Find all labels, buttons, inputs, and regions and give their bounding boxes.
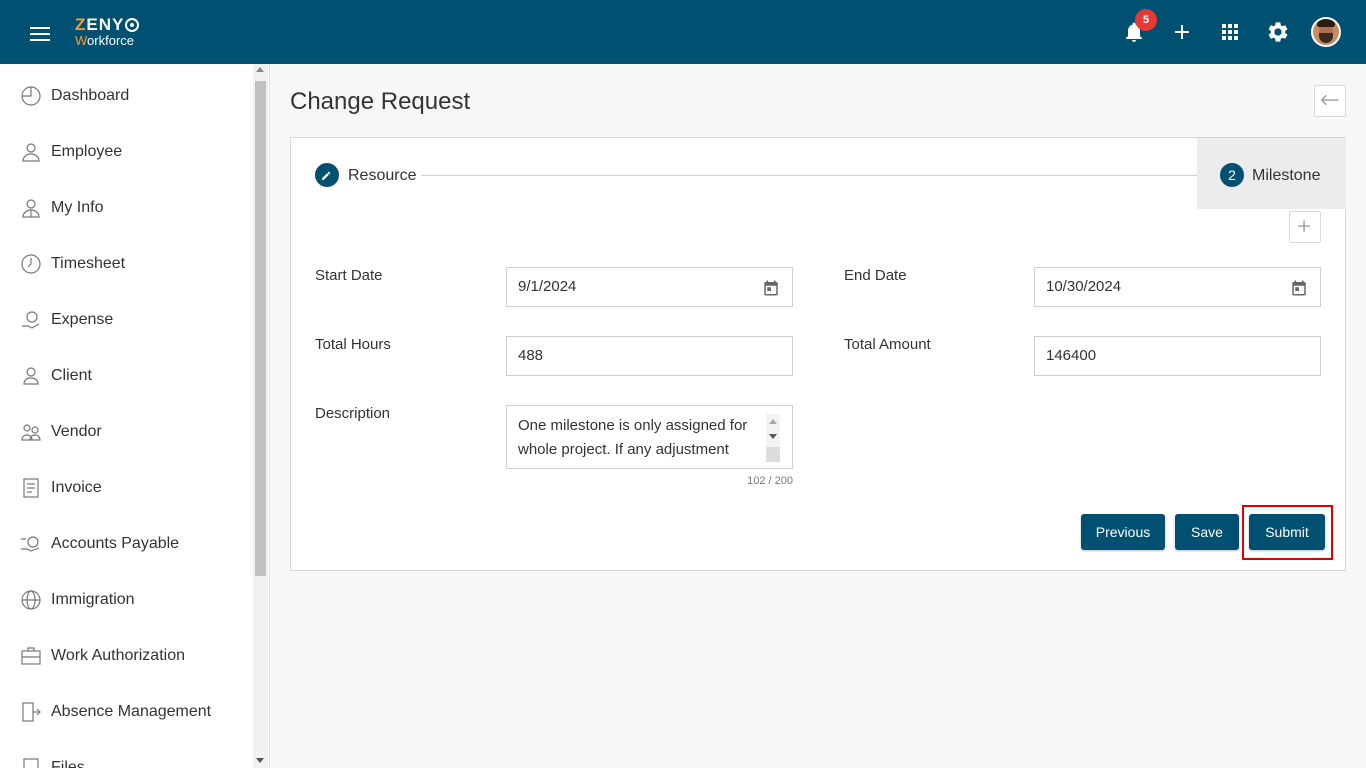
page-title: Change Request bbox=[290, 88, 471, 115]
sidebar-item-label: Timesheet bbox=[51, 255, 126, 272]
briefcase-icon bbox=[21, 647, 41, 665]
scroll-up-arrow-icon[interactable] bbox=[256, 67, 264, 72]
apps-grid-icon[interactable] bbox=[1218, 20, 1242, 44]
total-amount-label: Total Amount bbox=[844, 336, 931, 353]
sidebar-item-immigration[interactable]: Immigration bbox=[0, 572, 252, 628]
plus-icon[interactable] bbox=[1170, 20, 1194, 44]
submit-highlight-box bbox=[1242, 505, 1333, 560]
logo-text: ENY bbox=[86, 15, 125, 34]
sidebar-item-dashboard[interactable]: Dashboard bbox=[0, 68, 252, 124]
step-milestone-circle[interactable]: 2 bbox=[1220, 163, 1244, 187]
logo-z: Z bbox=[75, 15, 87, 34]
logo-ring-icon bbox=[125, 17, 140, 32]
my-info-icon bbox=[22, 199, 40, 218]
globe-icon bbox=[21, 590, 41, 610]
back-button[interactable] bbox=[1314, 85, 1346, 117]
sidebar-item-files[interactable]: Files bbox=[0, 740, 252, 768]
sidebar-item-label: Dashboard bbox=[51, 87, 130, 104]
sidebar-item-label: Vendor bbox=[51, 423, 102, 440]
sidebar-item-label: Immigration bbox=[51, 591, 135, 608]
resize-handle-icon[interactable] bbox=[766, 447, 780, 462]
textarea-scrollbar[interactable] bbox=[766, 414, 780, 462]
previous-button[interactable]: Previous bbox=[1081, 514, 1165, 550]
textarea-scroll-up-icon[interactable] bbox=[769, 419, 777, 424]
total-amount-input[interactable]: 146400 bbox=[1034, 336, 1321, 376]
sidebar-item-employee[interactable]: Employee bbox=[0, 124, 252, 180]
total-hours-input[interactable]: 488 bbox=[506, 336, 793, 376]
end-date-value: 10/30/2024 bbox=[1046, 278, 1122, 295]
avatar[interactable] bbox=[1311, 17, 1341, 47]
menu-icon[interactable] bbox=[30, 27, 50, 41]
sidebar-item-vendor[interactable]: Vendor bbox=[0, 404, 252, 460]
sidebar-item-label: My Info bbox=[51, 199, 104, 216]
arrow-left-icon bbox=[1321, 94, 1339, 106]
stepper-connector bbox=[421, 175, 1197, 176]
sidebar-item-label: Absence Management bbox=[51, 703, 212, 720]
notification-badge: 5 bbox=[1135, 9, 1157, 31]
step-resource-circle[interactable] bbox=[315, 163, 339, 187]
invoice-icon bbox=[23, 478, 39, 498]
calendar-icon[interactable] bbox=[762, 279, 780, 297]
description-textarea[interactable]: One milestone is only assigned for whole… bbox=[506, 405, 793, 469]
start-date-input[interactable]: 9/1/2024 bbox=[506, 267, 793, 307]
logo[interactable]: Z ENY Workforce bbox=[75, 15, 140, 48]
sidebar-item-invoice[interactable]: Invoice bbox=[0, 460, 252, 516]
scroll-thumb[interactable] bbox=[255, 81, 266, 576]
employee-icon bbox=[22, 143, 40, 162]
total-amount-value: 146400 bbox=[1046, 347, 1097, 364]
sidebar-item-label: Expense bbox=[51, 311, 114, 328]
end-date-label: End Date bbox=[844, 267, 907, 284]
sidebar-item-label: Invoice bbox=[51, 479, 102, 496]
start-date-value: 9/1/2024 bbox=[518, 278, 577, 295]
top-bar: Z ENY Workforce 5 bbox=[0, 0, 1366, 64]
textarea-scroll-down-icon[interactable] bbox=[769, 434, 777, 439]
clock-icon bbox=[21, 254, 41, 274]
gear-icon[interactable] bbox=[1266, 20, 1290, 44]
sidebar-item-label: Accounts Payable bbox=[51, 535, 180, 552]
step-milestone-label[interactable]: Milestone bbox=[1252, 167, 1320, 185]
sidebar-item-my-info[interactable]: My Info bbox=[0, 180, 252, 236]
plus-icon bbox=[1298, 220, 1310, 232]
end-date-input[interactable]: 10/30/2024 bbox=[1034, 267, 1321, 307]
file-icon bbox=[23, 758, 39, 768]
dashboard-icon bbox=[21, 86, 41, 106]
expense-icon bbox=[22, 311, 40, 329]
vendor-icon bbox=[21, 424, 41, 441]
description-label: Description bbox=[315, 405, 391, 422]
door-exit-icon bbox=[22, 702, 41, 722]
char-counter: 102 / 200 bbox=[747, 475, 793, 487]
description-value: One milestone is only assigned for whole… bbox=[518, 417, 748, 458]
sidebar-scrollbar[interactable] bbox=[253, 64, 268, 768]
add-milestone-button[interactable] bbox=[1289, 211, 1321, 243]
sidebar-item-timesheet[interactable]: Timesheet bbox=[0, 236, 252, 292]
scroll-down-arrow-icon[interactable] bbox=[256, 758, 264, 763]
pencil-icon bbox=[322, 171, 331, 180]
sidebar-item-accounts-payable[interactable]: Accounts Payable bbox=[0, 516, 252, 572]
sidebar-item-expense[interactable]: Expense bbox=[0, 292, 252, 348]
accounts-payable-icon bbox=[21, 536, 40, 552]
sidebar-item-label: Employee bbox=[51, 143, 123, 160]
sidebar-item-absence-management[interactable]: Absence Management bbox=[0, 684, 252, 740]
save-button[interactable]: Save bbox=[1175, 514, 1239, 550]
sidebar-item-label: Client bbox=[51, 367, 92, 384]
start-date-label: Start Date bbox=[315, 267, 383, 284]
sidebar: Dashboard Employee My Info Timesheet Exp… bbox=[0, 64, 270, 768]
logo-subtitle: orkforce bbox=[87, 33, 135, 48]
sidebar-item-work-authorization[interactable]: Work Authorization bbox=[0, 628, 252, 684]
person-icon bbox=[23, 367, 39, 385]
step-resource-label[interactable]: Resource bbox=[348, 167, 416, 185]
total-hours-value: 488 bbox=[518, 347, 544, 364]
sidebar-item-label: Work Authorization bbox=[51, 647, 185, 664]
total-hours-label: Total Hours bbox=[315, 336, 391, 353]
sidebar-item-label: Files bbox=[51, 759, 85, 768]
change-request-card: Resource 2 Milestone Start Date 9/1/2024… bbox=[290, 137, 1346, 571]
sidebar-item-client[interactable]: Client bbox=[0, 348, 252, 404]
calendar-icon[interactable] bbox=[1290, 279, 1308, 297]
